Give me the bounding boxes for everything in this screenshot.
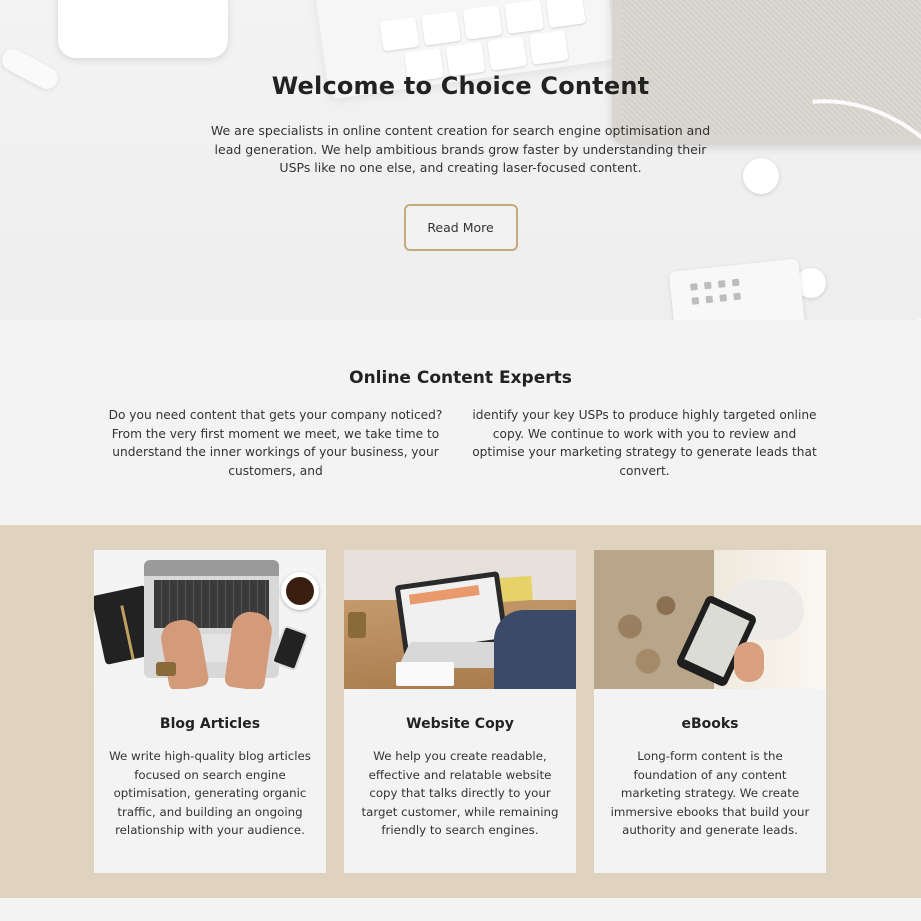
service-title: Blog Articles [159, 716, 261, 732]
experts-text-column-1: Do you need content that gets your compa… [108, 408, 443, 478]
calculator-image [668, 258, 806, 320]
desk-laptop-photo [344, 550, 576, 689]
read-more-button[interactable]: Read More [403, 203, 518, 251]
service-title: eBooks [681, 716, 739, 732]
service-description: We write high-quality blog articles focu… [109, 749, 311, 837]
service-description: Long-form content is the foundation of a… [610, 749, 810, 837]
hero-description: We are specialists in online content cre… [210, 123, 711, 175]
service-card-blog-articles[interactable]: Blog Articles We write high-quality blog… [94, 550, 326, 873]
experts-title: Online Content Experts [349, 368, 572, 388]
service-card-website-copy[interactable]: Website Copy We help you create readable… [344, 550, 576, 873]
laptop-typing-photo [94, 550, 326, 689]
hero-title: Welcome to Choice Content [271, 72, 650, 100]
experts-text-column-2: identify your key USPs to produce highly… [472, 408, 817, 478]
phone-image [58, 0, 228, 58]
experts-section: Online Content Experts Do you need conte… [0, 320, 921, 525]
footer-strip [0, 898, 921, 921]
service-description: We help you create readable, effective a… [361, 749, 559, 837]
services-section: Blog Articles We write high-quality blog… [0, 525, 921, 898]
service-card-ebooks[interactable]: eBooks Long-form content is the foundati… [594, 550, 826, 873]
hero-content: Welcome to Choice Content We are special… [0, 72, 921, 251]
service-title: Website Copy [406, 716, 514, 732]
tablet-reading-photo [594, 550, 826, 689]
hero-section: Welcome to Choice Content We are special… [0, 0, 921, 320]
